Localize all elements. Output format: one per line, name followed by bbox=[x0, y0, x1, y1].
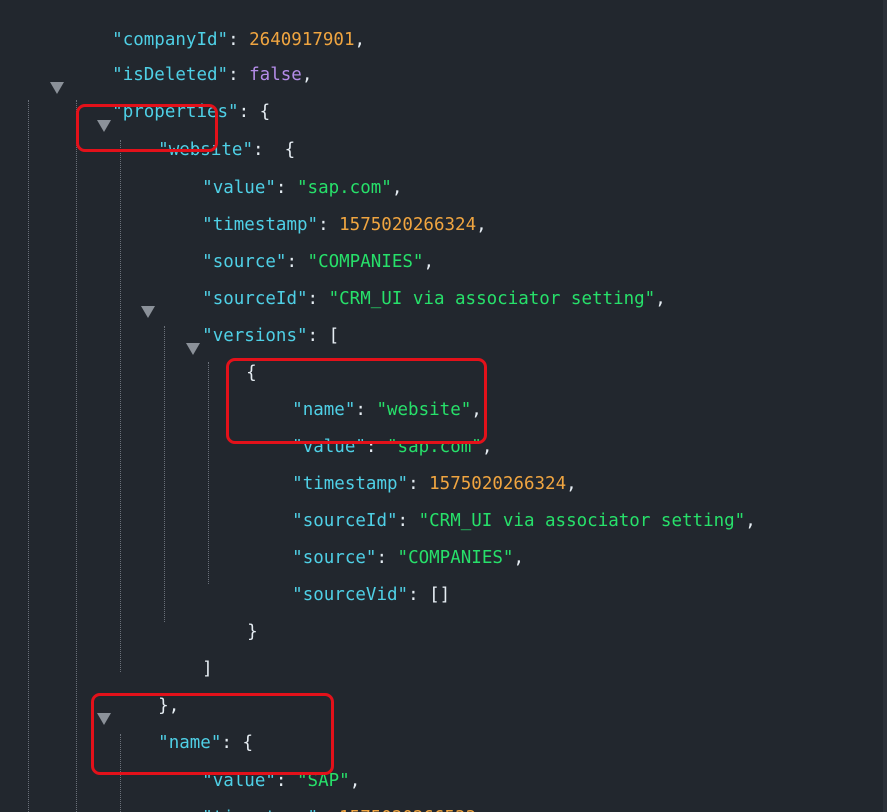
json-close-bracket: ] bbox=[202, 659, 213, 679]
highlight-box-version-name-value bbox=[226, 358, 487, 444]
json-open-bracket: [ bbox=[328, 326, 340, 346]
json-key: "timestamp" bbox=[202, 808, 318, 812]
json-empty-array: [] bbox=[429, 585, 451, 605]
tree-guide-root bbox=[28, 100, 29, 812]
json-line-properties: "properties": { bbox=[70, 76, 270, 122]
json-comma: , bbox=[476, 215, 487, 235]
json-comma: , bbox=[513, 548, 524, 568]
highlight-box-name-block bbox=[91, 693, 334, 775]
vertical-scrollbar[interactable] bbox=[883, 0, 887, 812]
json-line-versions-close: ] bbox=[160, 633, 213, 679]
json-line-company-id: "companyId": 2640917901, bbox=[70, 4, 365, 50]
json-line-version-source-vid: "sourceVid": [] bbox=[250, 559, 450, 605]
json-line-website-value: "value": "sap.com", bbox=[160, 152, 402, 198]
tree-guide-properties bbox=[76, 100, 77, 812]
json-comma: , bbox=[745, 511, 756, 531]
json-key: "sourceVid" bbox=[292, 585, 409, 605]
json-line-website-source-id: "sourceId": "CRM_UI via associator setti… bbox=[160, 263, 666, 309]
json-colon: : bbox=[408, 585, 430, 605]
json-line-version-source-id: "sourceId": "CRM_UI via associator setti… bbox=[250, 485, 756, 531]
json-line-name-timestamp: "timestamp": 1575020266533, bbox=[160, 782, 487, 812]
collapse-toggle-properties-icon[interactable] bbox=[50, 82, 64, 94]
json-line-versions: "versions": [ bbox=[160, 300, 339, 346]
json-line-website-close: }, bbox=[116, 670, 179, 716]
tree-guide-website bbox=[120, 140, 121, 672]
json-line-is-deleted: "isDeleted": false, bbox=[70, 39, 312, 85]
json-colon: : bbox=[318, 808, 339, 812]
json-comma: , bbox=[354, 30, 366, 50]
json-line-website-source: "source": "COMPANIES", bbox=[160, 226, 434, 272]
highlight-box-website-key bbox=[76, 104, 218, 152]
collapse-toggle-version-object-icon[interactable] bbox=[186, 343, 200, 355]
json-string-value: "CRM_UI via associator setting" bbox=[328, 289, 656, 309]
json-line-version-source: "source": "COMPANIES", bbox=[250, 522, 524, 568]
json-comma: , bbox=[301, 65, 313, 85]
json-viewer: "companyId": 2640917901, "isDeleted": fa… bbox=[0, 0, 887, 812]
json-close-brace: } bbox=[247, 622, 258, 642]
json-comma: , bbox=[655, 289, 666, 309]
json-comma: , bbox=[476, 808, 487, 812]
json-line-version-close: } bbox=[205, 596, 258, 642]
json-number-value: 1575020266533 bbox=[339, 808, 476, 812]
json-line-version-timestamp: "timestamp": 1575020266324, bbox=[250, 448, 577, 494]
collapse-toggle-versions-icon[interactable] bbox=[141, 306, 155, 318]
json-colon: : bbox=[307, 326, 329, 346]
json-line-website-timestamp: "timestamp": 1575020266324, bbox=[160, 189, 487, 235]
